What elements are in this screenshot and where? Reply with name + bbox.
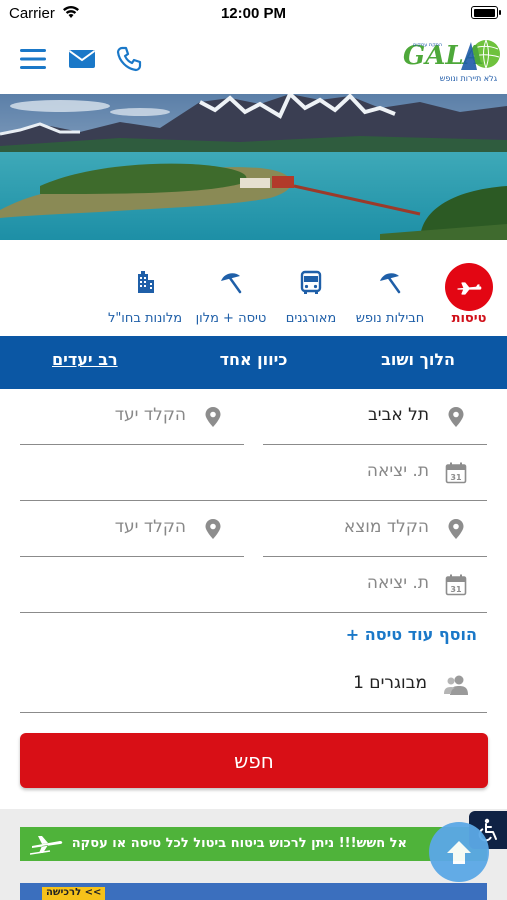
scroll-to-top-button[interactable] bbox=[429, 822, 489, 882]
origin-placeholder-2: הקלד מוצא bbox=[343, 517, 429, 537]
clock: 12:00 PM bbox=[220, 5, 287, 22]
tab-one-way[interactable]: כיוון אחד bbox=[220, 350, 288, 369]
tab-hotels-abroad-label: מלונות בחו"ל bbox=[107, 311, 183, 326]
menu-icon[interactable] bbox=[18, 44, 48, 74]
airplane-icon bbox=[30, 836, 63, 855]
tab-organized-tours[interactable]: מאורגנים bbox=[280, 256, 342, 336]
location-pin-icon bbox=[205, 519, 221, 539]
origin-field-2[interactable]: הקלד מוצא bbox=[263, 501, 487, 557]
destination-placeholder-1: הקלד יעד bbox=[114, 405, 186, 425]
tab-flight-hotel[interactable]: טיסה + מלון bbox=[190, 256, 272, 336]
hero-image bbox=[0, 94, 507, 240]
trip-type-bar: הלוך ושוב כיוון אחד רב יעדים bbox=[0, 336, 507, 389]
app-header: GALA גלא תיירות ונופש הפקת עסקים bbox=[0, 26, 507, 94]
departure-date-placeholder-1: ת. יציאה bbox=[366, 461, 429, 481]
location-pin-icon bbox=[448, 407, 464, 427]
tab-flight-hotel-label: טיסה + מלון bbox=[195, 311, 267, 326]
destination-field-2[interactable]: הקלד יעד bbox=[20, 501, 244, 557]
logo-text: גלא תיירות ונופש bbox=[440, 74, 498, 83]
search-button[interactable]: חפש bbox=[20, 733, 488, 788]
departure-date-field-1[interactable]: ת. יציאה 31 bbox=[20, 445, 487, 501]
calendar-icon: 31 bbox=[445, 462, 467, 484]
tab-flights[interactable]: טיסות bbox=[434, 256, 504, 336]
tab-organized-tours-label: מאורגנים bbox=[285, 311, 337, 326]
passengers-field[interactable]: 1 מבוגרים bbox=[20, 659, 487, 713]
tab-vacation-packages-label: חבילות נופש bbox=[355, 311, 425, 326]
svg-text:31: 31 bbox=[450, 473, 462, 482]
tab-multi-city[interactable]: רב יעדים bbox=[52, 350, 118, 369]
promo-tag: לרכישה << bbox=[42, 887, 106, 900]
logo-tagline: הפקת עסקים bbox=[413, 42, 442, 48]
bus-icon bbox=[300, 270, 322, 294]
airplane-icon bbox=[457, 282, 482, 295]
tab-hotels-abroad[interactable]: מלונות בחו"ל bbox=[104, 256, 186, 336]
departure-date-field-2[interactable]: ת. יציאה 31 bbox=[20, 557, 487, 613]
phone-icon[interactable] bbox=[114, 44, 144, 74]
tab-flights-label: טיסות bbox=[451, 311, 487, 326]
umbrella-icon bbox=[221, 273, 242, 294]
destination-placeholder-2: הקלד יעד bbox=[114, 517, 186, 537]
origin-field-1[interactable]: תל אביב bbox=[263, 389, 487, 445]
calendar-icon: 31 bbox=[445, 574, 467, 596]
hotel-icon bbox=[138, 271, 154, 293]
flight-search-form: תל אביב הקלד יעד ת. יציאה 31 הקלד מוצא ה… bbox=[0, 389, 507, 809]
departure-date-placeholder-2: ת. יציאה bbox=[366, 573, 429, 593]
tab-round-trip[interactable]: הלוך ושוב bbox=[381, 350, 455, 369]
category-tabs: טיסות חבילות נופש מאורגנים טיסה + מלון מ… bbox=[0, 256, 507, 336]
users-icon bbox=[444, 675, 468, 695]
app-screen: Carrier 12:00 PM GALA גלא תיירות ונופש ה… bbox=[0, 0, 507, 900]
svg-text:31: 31 bbox=[450, 585, 462, 594]
origin-value-1: תל אביב bbox=[367, 405, 429, 425]
add-flight-button[interactable]: + הוסף עוד טיסה bbox=[346, 625, 477, 644]
destination-field-1[interactable]: הקלד יעד bbox=[20, 389, 244, 445]
passengers-value: 1 מבוגרים bbox=[353, 673, 427, 693]
tab-vacation-packages[interactable]: חבילות נופש bbox=[350, 256, 430, 336]
status-bar: Carrier 12:00 PM bbox=[0, 0, 507, 26]
location-pin-icon bbox=[448, 519, 464, 539]
insurance-banner[interactable]: אל חשש!!! ניתן לרכוש ביטוח ביטול לכל טיס… bbox=[20, 827, 487, 861]
umbrella-icon bbox=[380, 273, 401, 294]
battery-icon bbox=[471, 6, 501, 19]
arrow-up-icon bbox=[447, 841, 471, 864]
location-pin-icon bbox=[205, 407, 221, 427]
mail-icon[interactable] bbox=[67, 44, 97, 74]
insurance-banner-text: אל חשש!!! ניתן לרכוש ביטוח ביטול לכל טיס… bbox=[71, 836, 407, 851]
promo-banner[interactable]: לרכישה << bbox=[20, 883, 487, 900]
company-logo[interactable]: GALA גלא תיירות ונופש הפקת עסקים bbox=[401, 34, 501, 86]
